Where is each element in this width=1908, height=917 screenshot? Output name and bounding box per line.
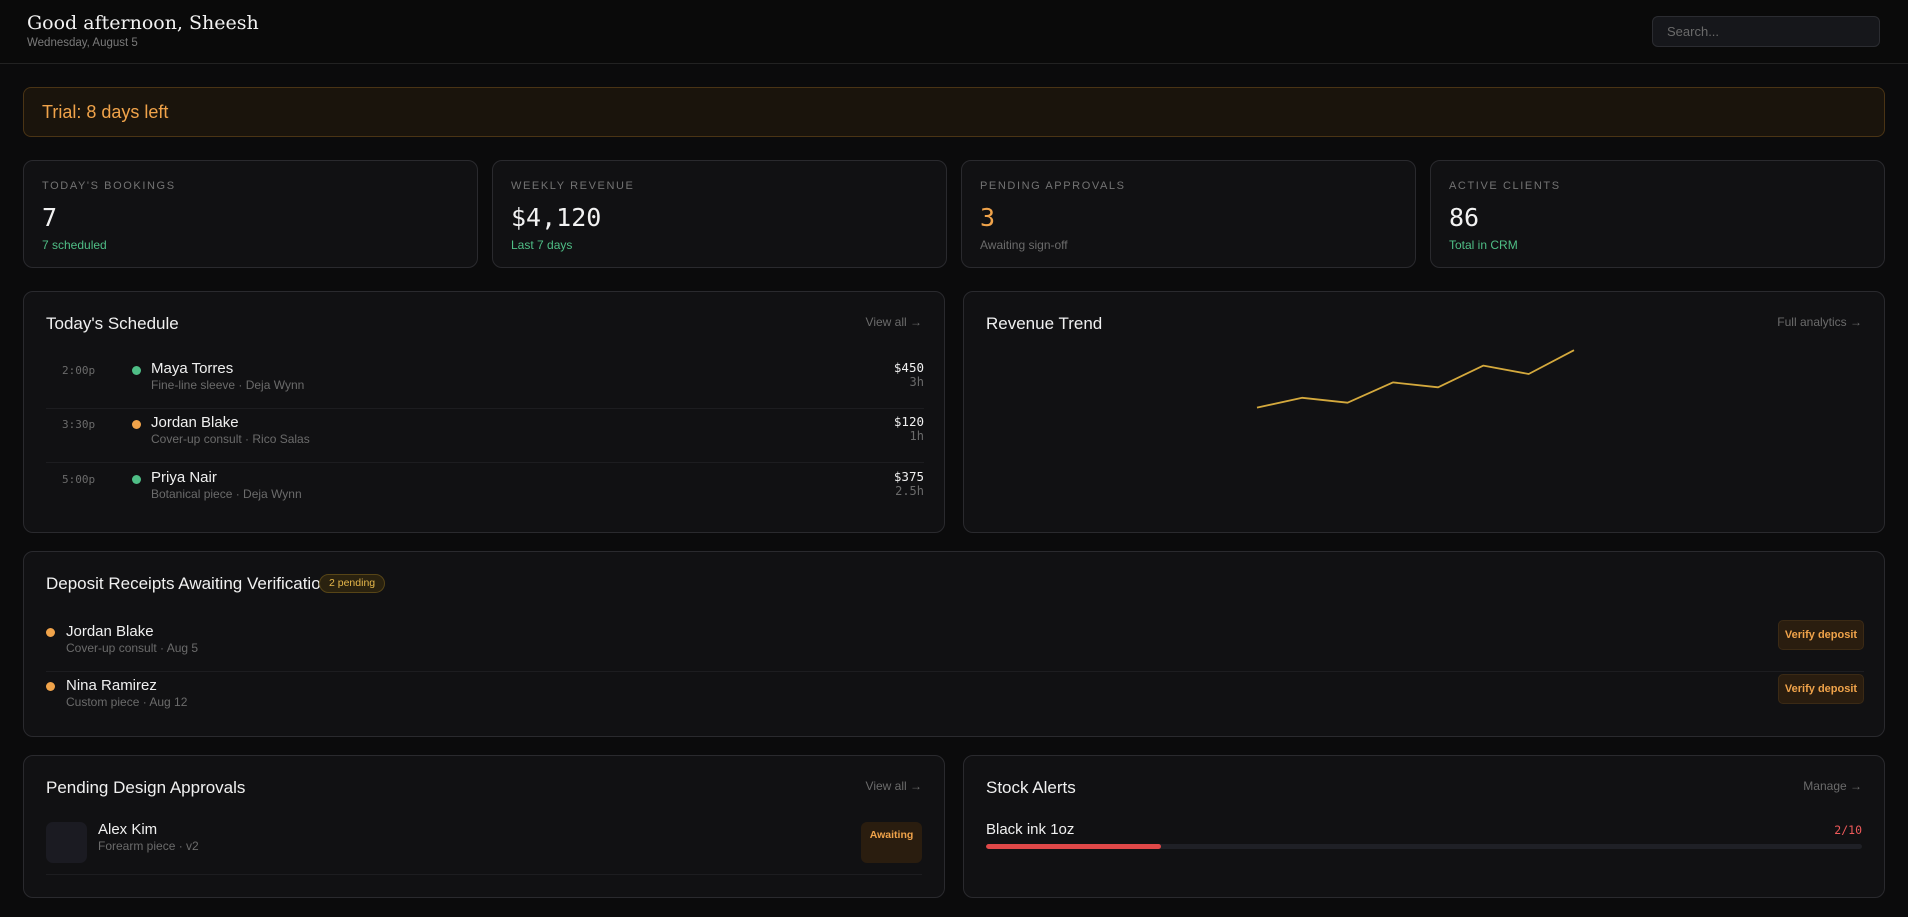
deposit-desc: Custom piece · Aug 12 <box>66 695 188 709</box>
status-badge[interactable]: Awaiting <box>861 822 922 863</box>
stock-item-name: Black ink 1oz <box>986 821 1075 838</box>
stock-progress-track <box>986 844 1862 849</box>
view-all-link[interactable]: View all → <box>866 315 922 329</box>
stat-label: WEEKLY REVENUE <box>511 180 635 192</box>
stat-sub: Last 7 days <box>511 238 573 252</box>
design-desc: Forearm piece · v2 <box>98 839 199 853</box>
stock-card: Stock Alerts Manage → Black ink 1oz 2/10 <box>963 755 1885 898</box>
view-all-link[interactable]: View all → <box>866 779 922 793</box>
stat-label: PENDING APPROVALS <box>980 180 1126 192</box>
revenue-series-line <box>1256 349 1575 409</box>
schedule-item[interactable]: 2:00p Maya Torres Fine-line sleeve · Dej… <box>46 355 924 409</box>
approvals-card: Pending Design Approvals View all → Alex… <box>23 755 945 898</box>
stock-progress-fill <box>986 844 1162 849</box>
client-name: Maya Torres <box>151 360 234 377</box>
service-desc: Fine-line sleeve · Deja Wynn <box>151 378 305 392</box>
schedule-time: 5:00p <box>62 473 96 486</box>
card-title: Pending Design Approvals <box>46 778 246 797</box>
stat-label: TODAY'S BOOKINGS <box>42 180 176 192</box>
status-dot <box>132 475 141 484</box>
deposit-item: Jordan Blake Cover-up consult · Aug 5 Ve… <box>46 618 1864 672</box>
amount: $450 <box>893 360 924 375</box>
status-dot <box>132 420 141 429</box>
pending-badge: 2 pending <box>319 574 386 593</box>
top-bar: Good afternoon, Sheesh Wednesday, August… <box>0 0 1908 64</box>
trial-text: Trial: 8 days left <box>42 102 169 122</box>
duration: 1h <box>909 429 924 443</box>
verify-deposit-button[interactable]: Verify deposit <box>1778 620 1864 650</box>
stat-value: 7 <box>42 203 58 232</box>
card-title: Stock Alerts <box>986 778 1076 797</box>
card-title: Today's Schedule <box>46 314 179 333</box>
deposit-desc: Cover-up consult · Aug 5 <box>66 641 199 655</box>
stock-count: 2/10 <box>1834 823 1862 837</box>
schedule-time: 3:30p <box>62 418 96 431</box>
amount: $120 <box>893 414 924 429</box>
revenue-chart <box>1256 349 1575 409</box>
greeting: Good afternoon, Sheesh <box>27 12 259 34</box>
stat-card-clients: ACTIVE CLIENTS 86 Total in CRM <box>1430 160 1885 268</box>
service-desc: Cover-up consult · Rico Salas <box>151 432 310 446</box>
revenue-card: Revenue Trend Full analytics → <box>963 291 1885 533</box>
stat-card-revenue: WEEKLY REVENUE $4,120 Last 7 days <box>492 160 947 268</box>
deposit-item: Nina Ramirez Custom piece · Aug 12 Verif… <box>46 672 1864 726</box>
stat-card-bookings: TODAY'S BOOKINGS 7 7 scheduled <box>23 160 478 268</box>
duration: 3h <box>909 375 924 389</box>
status-dot <box>132 366 141 375</box>
card-title: Deposit Receipts Awaiting Verification <box>46 574 331 593</box>
stat-sub: Total in CRM <box>1449 238 1518 252</box>
status-dot <box>46 682 55 691</box>
deposits-card: Deposit Receipts Awaiting Verification 2… <box>23 551 1885 737</box>
client-name: Priya Nair <box>151 469 217 486</box>
divider <box>46 874 922 875</box>
trial-banner: Trial: 8 days left <box>23 87 1885 137</box>
client-name: Nina Ramirez <box>66 677 157 694</box>
search-input[interactable] <box>1652 16 1880 47</box>
schedule-item[interactable]: 5:00p Priya Nair Botanical piece · Deja … <box>46 464 924 518</box>
design-thumbnail[interactable] <box>46 822 87 863</box>
service-desc: Botanical piece · Deja Wynn <box>151 487 302 501</box>
stat-sub: 7 scheduled <box>42 238 107 252</box>
verify-deposit-button[interactable]: Verify deposit <box>1778 674 1864 704</box>
client-name: Alex Kim <box>98 821 158 838</box>
stat-value: 3 <box>980 203 996 232</box>
stat-card-approvals: PENDING APPROVALS 3 Awaiting sign-off <box>961 160 1416 268</box>
schedule-item[interactable]: 3:30p Jordan Blake Cover-up consult · Ri… <box>46 409 924 463</box>
client-name: Jordan Blake <box>151 414 239 431</box>
stat-sub: Awaiting sign-off <box>980 238 1068 252</box>
amount: $375 <box>893 469 924 484</box>
status-dot <box>46 628 55 637</box>
current-date: Wednesday, August 5 <box>27 37 138 49</box>
client-name: Jordan Blake <box>66 623 154 640</box>
stat-value: 86 <box>1449 203 1480 232</box>
stat-label: ACTIVE CLIENTS <box>1449 180 1561 192</box>
duration: 2.5h <box>895 484 924 498</box>
schedule-time: 2:00p <box>62 364 96 377</box>
stat-value: $4,120 <box>511 203 602 232</box>
manage-link[interactable]: Manage → <box>1803 779 1862 793</box>
schedule-card: Today's Schedule View all → 2:00p Maya T… <box>23 291 945 533</box>
